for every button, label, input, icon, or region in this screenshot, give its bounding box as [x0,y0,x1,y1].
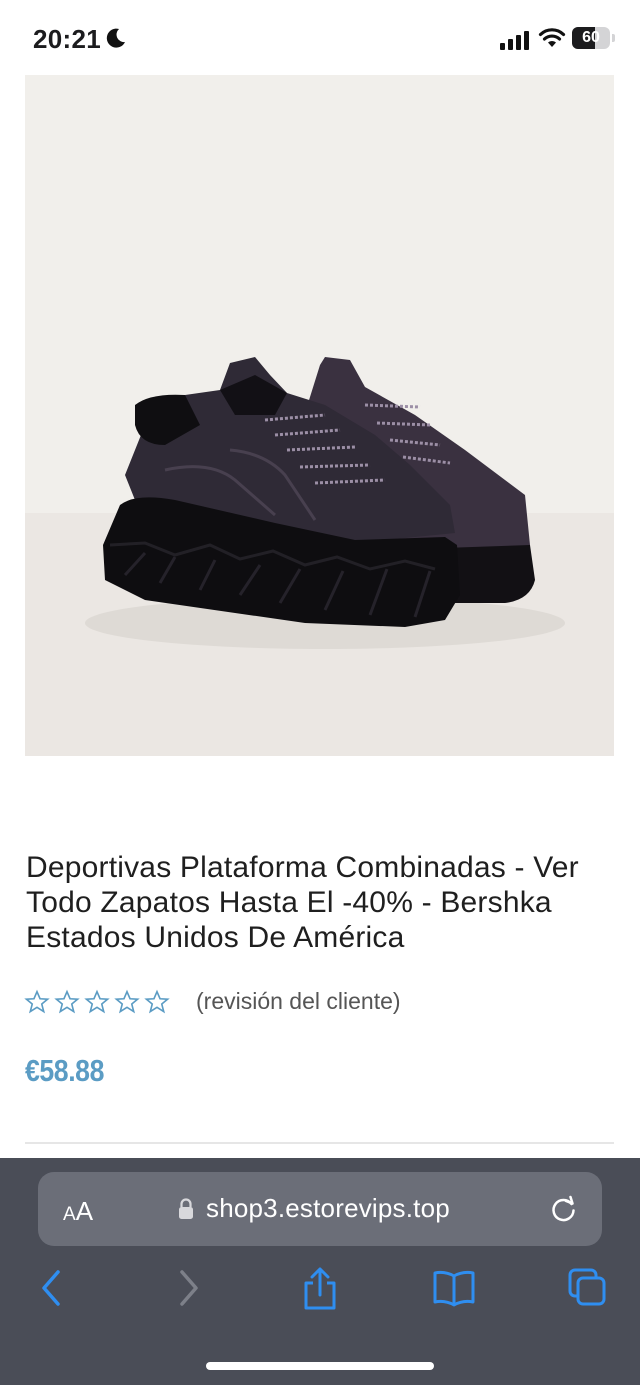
divider [25,1142,614,1144]
url-text[interactable]: shop3.estorevips.top [206,1193,450,1224]
lock-icon [179,1198,193,1219]
star-icon [144,989,170,1013]
text-size-button[interactable]: AA [63,1196,93,1227]
star-icon [54,989,80,1013]
browser-toolbar [0,1266,640,1326]
text-size-small-label: A [63,1204,76,1225]
tabs-icon[interactable] [566,1266,610,1310]
browser-chrome: AA shop3.estorevips.top [0,1158,640,1385]
text-size-large-label: A [75,1196,94,1226]
status-bar: 20:21 60 [0,0,640,78]
review-link[interactable]: (revisión del cliente) [196,988,401,1015]
share-icon[interactable] [300,1266,340,1312]
battery-icon: 60 [572,27,616,49]
address-bar[interactable]: AA shop3.estorevips.top [38,1172,602,1246]
wifi-icon [538,28,566,47]
battery-percentage: 60 [582,29,600,46]
rating-stars [24,989,170,1015]
forward-icon[interactable] [174,1266,204,1310]
back-icon[interactable] [36,1266,66,1310]
sneaker-photo[interactable] [25,75,614,756]
product-rating[interactable]: (revisión del cliente) [24,988,401,1015]
home-indicator [206,1362,434,1370]
star-icon [114,989,140,1013]
status-time: 20:21 [33,24,101,54]
product-title: Deportivas Plataforma Combinadas - Ver T… [26,851,579,954]
cellular-signal-icon [500,31,529,50]
bookmarks-icon[interactable] [431,1266,477,1310]
star-icon [24,989,50,1013]
moon-icon [106,28,125,48]
reload-icon[interactable] [549,1194,579,1224]
product-price: €58.88 [25,1053,104,1088]
star-icon [84,989,110,1013]
